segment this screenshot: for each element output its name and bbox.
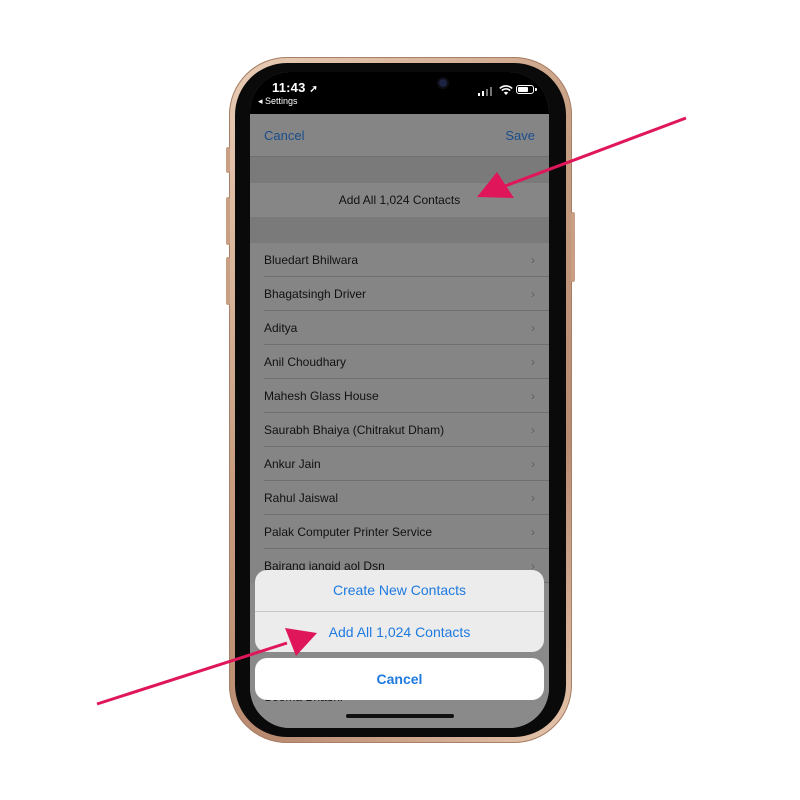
contact-row[interactable]: Anil Choudhary › xyxy=(250,345,549,379)
contact-name: Saurabh Bhaiya (Chitrakut Dham) xyxy=(264,423,445,437)
notch xyxy=(319,72,480,102)
contact-list: Bluedart Bhilwara › Bhagatsingh Driver › Adi… xyxy=(250,243,549,583)
contact-name: Palak Computer Printer Service xyxy=(264,525,433,539)
chevron-right-icon: › xyxy=(531,253,535,267)
nav-bar: Cancel Save xyxy=(250,114,549,157)
chevron-right-icon: › xyxy=(531,491,535,505)
contact-row[interactable]: Rahul Jaiswal › xyxy=(250,481,549,515)
chevron-right-icon: › xyxy=(531,389,535,403)
contact-row[interactable]: Bluedart Bhilwara › xyxy=(250,243,549,277)
chevron-right-icon: › xyxy=(531,423,535,437)
contact-name: Bhagatsingh Driver xyxy=(264,287,367,301)
phone-screen: 11:43 ➚ ◂ Settings Cancel Save Add All 1… xyxy=(250,72,549,728)
contact-row[interactable]: Bhagatsingh Driver › xyxy=(250,277,549,311)
back-to-settings-link[interactable]: ◂ Settings xyxy=(258,96,298,107)
chevron-right-icon: › xyxy=(531,457,535,471)
cellular-signal-icon xyxy=(478,86,494,96)
chevron-right-icon: › xyxy=(531,287,535,301)
home-indicator[interactable] xyxy=(346,714,454,718)
contact-row[interactable]: Palak Computer Printer Service › xyxy=(250,515,549,549)
nav-save-button[interactable]: Save xyxy=(505,128,535,143)
side-button xyxy=(571,212,575,282)
create-new-contacts-button[interactable]: Create New Contacts xyxy=(255,570,544,611)
contact-row[interactable]: Saurabh Bhaiya (Chitrakut Dham) › xyxy=(250,413,549,447)
contact-row[interactable]: Ankur Jain › xyxy=(250,447,549,481)
contact-row[interactable]: Aditya › xyxy=(250,311,549,345)
chevron-right-icon: › xyxy=(531,355,535,369)
contact-name: Ankur Jain xyxy=(264,457,321,471)
chevron-right-icon: › xyxy=(531,321,535,335)
location-arrow-icon: ➚ xyxy=(309,84,318,95)
volume-up-button xyxy=(226,197,230,245)
status-time: 11:43 ➚ xyxy=(272,80,318,95)
contact-name: Bluedart Bhilwara xyxy=(264,253,359,267)
front-camera xyxy=(439,79,447,87)
section-spacer xyxy=(250,217,549,243)
status-bar: 11:43 ➚ ◂ Settings xyxy=(250,72,549,114)
contact-name: Mahesh Glass House xyxy=(264,389,379,403)
mute-switch xyxy=(226,147,230,173)
time-text: 11:43 xyxy=(272,80,306,95)
chevron-right-icon: › xyxy=(531,525,535,539)
add-all-contacts-row[interactable]: Add All 1,024 Contacts xyxy=(250,183,549,217)
contact-name: Aditya xyxy=(264,321,298,335)
contact-name: Rahul Jaiswal xyxy=(264,491,339,505)
action-sheet-cancel-button[interactable]: Cancel xyxy=(255,658,544,700)
volume-down-button xyxy=(226,257,230,305)
add-all-contacts-button[interactable]: Add All 1,024 Contacts xyxy=(255,611,544,652)
contact-row[interactable]: Mahesh Glass House › xyxy=(250,379,549,413)
wifi-icon xyxy=(499,85,513,95)
action-sheet: Create New Contacts Add All 1,024 Contac… xyxy=(255,570,544,652)
battery-icon xyxy=(516,85,537,94)
section-spacer xyxy=(250,157,549,183)
contact-name: Anil Choudhary xyxy=(264,355,347,369)
nav-cancel-button[interactable]: Cancel xyxy=(264,128,304,143)
